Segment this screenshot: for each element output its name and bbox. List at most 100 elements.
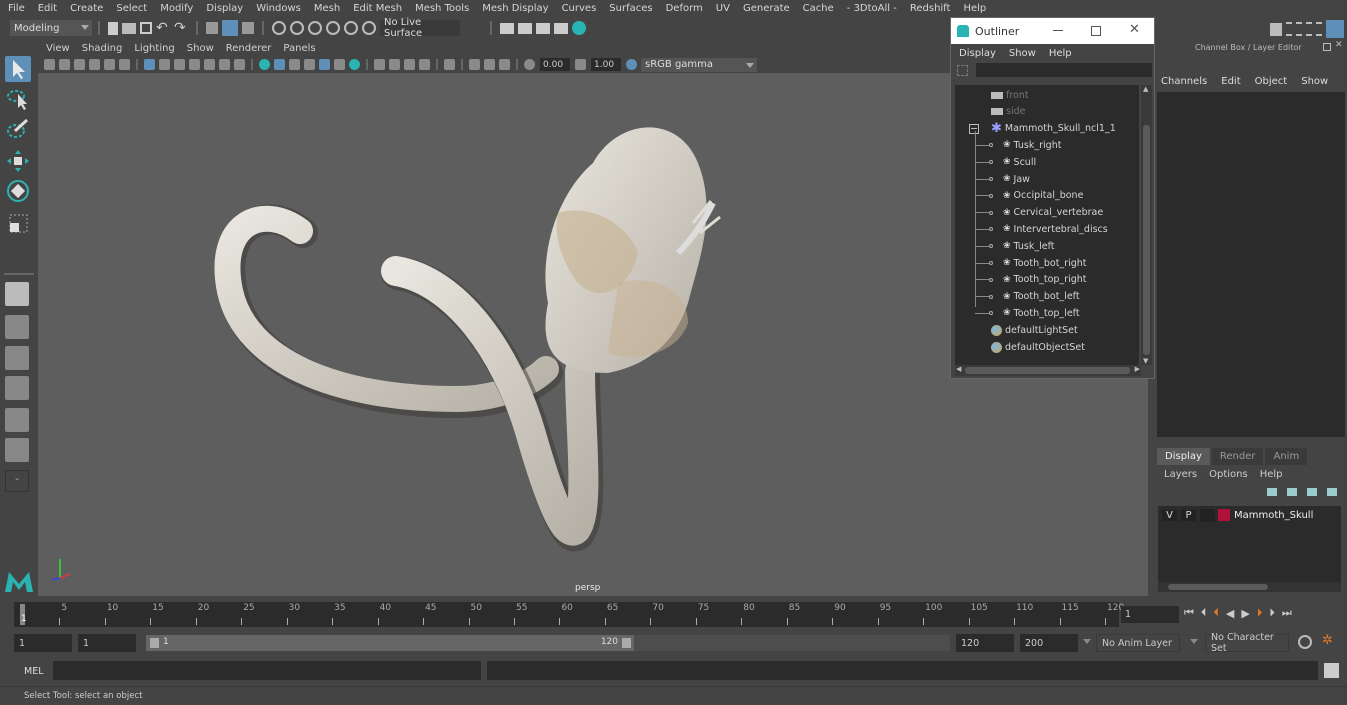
- open-scene-icon[interactable]: [122, 22, 136, 34]
- menu-mesh[interactable]: Mesh: [314, 3, 346, 14]
- step-forward-key-icon[interactable]: ⏵: [1257, 606, 1263, 620]
- menu-windows[interactable]: Windows: [256, 3, 307, 14]
- layer-row[interactable]: V P Mammoth_Skull: [1162, 508, 1313, 522]
- outliner-menu-show[interactable]: Show: [1009, 48, 1036, 59]
- outliner-item[interactable]: defaultLightSet: [991, 322, 1078, 338]
- channel-box-menu-show[interactable]: Show: [1301, 76, 1328, 87]
- menu-3dtoall[interactable]: - 3DtoAll -: [847, 3, 903, 14]
- step-forward-frame-icon[interactable]: ⏵: [1269, 606, 1275, 620]
- modeling-toolkit-icon[interactable]: [1270, 22, 1282, 36]
- lasso-tool-icon[interactable]: [5, 86, 31, 112]
- gamma-field[interactable]: 1.00: [591, 58, 621, 71]
- character-set-dropdown[interactable]: No Character Set: [1205, 632, 1289, 654]
- motion-blur-icon[interactable]: [389, 59, 400, 70]
- menu-edit-mesh[interactable]: Edit Mesh: [353, 3, 408, 14]
- use-all-lights-icon[interactable]: [334, 59, 345, 70]
- channel-box-menu-channels[interactable]: Channels: [1161, 76, 1207, 87]
- hypershade-icon[interactable]: [572, 21, 586, 35]
- menu-set-dropdown[interactable]: Modeling: [10, 20, 92, 36]
- viewport-menu-lighting[interactable]: Lighting: [134, 43, 174, 54]
- outliner-menu-help[interactable]: Help: [1049, 48, 1072, 59]
- outliner-persp-graph-layout-icon[interactable]: [5, 438, 29, 462]
- collapse-icon[interactable]: [969, 123, 979, 134]
- scroll-right-icon[interactable]: ▶: [1135, 365, 1140, 373]
- rotate-tool-icon[interactable]: [5, 178, 31, 204]
- layer-menu-layers[interactable]: Layers: [1164, 469, 1197, 480]
- menu-help[interactable]: Help: [963, 3, 992, 14]
- layer-tab-render[interactable]: Render: [1211, 448, 1264, 465]
- single-perspective-layout-icon[interactable]: [5, 282, 29, 306]
- current-frame-field[interactable]: 1: [1121, 606, 1179, 623]
- outliner-menu-display[interactable]: Display: [959, 48, 996, 59]
- range-start-handle[interactable]: [150, 638, 159, 648]
- anim-layer-dropdown[interactable]: No Anim Layer: [1096, 634, 1180, 652]
- channel-box-icon[interactable]: [1326, 20, 1344, 38]
- outliner-horizontal-scrollbar[interactable]: ◀ ▶: [955, 365, 1141, 376]
- menu-uv[interactable]: UV: [716, 3, 736, 14]
- make-live-icon[interactable]: [344, 21, 358, 35]
- film-gate-icon[interactable]: [159, 59, 170, 70]
- custom-layout-button[interactable]: -: [5, 470, 29, 492]
- layer-horizontal-scrollbar[interactable]: [1158, 582, 1341, 592]
- layer-tab-anim[interactable]: Anim: [1265, 448, 1308, 465]
- outliner-item[interactable]: defaultObjectSet: [991, 339, 1085, 355]
- move-layer-down-icon[interactable]: [1287, 488, 1297, 496]
- layer-color-swatch[interactable]: [1218, 509, 1230, 521]
- depth-of-field-icon[interactable]: [419, 59, 430, 70]
- scrollbar-thumb[interactable]: [1168, 584, 1268, 590]
- command-language-label[interactable]: MEL: [24, 666, 44, 677]
- wireframe-icon[interactable]: [259, 59, 270, 70]
- scroll-up-icon[interactable]: ▲: [1143, 85, 1148, 93]
- 2d-pan-zoom-icon[interactable]: [104, 59, 115, 70]
- outliner-item[interactable]: ❀ Tooth_bot_right: [975, 255, 1087, 271]
- menu-cache[interactable]: Cache: [803, 3, 840, 14]
- outliner-item[interactable]: ❀ Jaw: [975, 171, 1030, 187]
- menu-create[interactable]: Create: [70, 3, 109, 14]
- field-chart-icon[interactable]: [204, 59, 215, 70]
- outliner-item[interactable]: front: [991, 87, 1029, 103]
- menu-edit[interactable]: Edit: [38, 3, 63, 14]
- time-ruler[interactable]: 1 5 10 15 20 25 30 35 40 45 50 55 60 65 70 75 80 85 90 95 1…: [14, 602, 1124, 627]
- close-panel-icon[interactable]: ✕: [1335, 40, 1343, 50]
- camera-attributes-icon[interactable]: [59, 59, 70, 70]
- animation-preferences-icon[interactable]: ✲: [1322, 633, 1333, 648]
- viewport-menu-shading[interactable]: Shading: [82, 43, 123, 54]
- undo-icon[interactable]: ↶: [156, 21, 170, 35]
- color-management-icon[interactable]: [626, 59, 637, 70]
- new-scene-icon[interactable]: [108, 21, 118, 35]
- scrollbar-thumb[interactable]: [1143, 125, 1150, 355]
- playback-start-field[interactable]: 1: [78, 634, 136, 652]
- persp-outliner-layout-icon[interactable]: [5, 346, 29, 370]
- outliner-item[interactable]: ❀ Scull: [975, 154, 1036, 170]
- attribute-editor-icon[interactable]: [1286, 22, 1302, 36]
- script-editor-icon[interactable]: [1324, 663, 1339, 678]
- paint-select-tool-icon[interactable]: [5, 116, 31, 142]
- view-transform-dropdown[interactable]: sRGB gamma: [641, 57, 757, 72]
- outliner-item[interactable]: ❀ Occipital_bone: [975, 188, 1083, 204]
- select-icon[interactable]: [957, 65, 968, 76]
- scroll-down-icon[interactable]: ▼: [1143, 357, 1148, 365]
- exposure-field[interactable]: 0.00: [540, 58, 570, 71]
- outliner-item[interactable]: side: [991, 104, 1025, 120]
- outliner-item[interactable]: ❀ Tooth_bot_left: [975, 289, 1080, 305]
- image-plane-icon[interactable]: [89, 59, 100, 70]
- viewport-menu-view[interactable]: View: [46, 43, 70, 54]
- outliner-vertical-scrollbar[interactable]: ▲ ▼: [1141, 85, 1152, 365]
- menu-select[interactable]: Select: [116, 3, 153, 14]
- render-view-icon[interactable]: [500, 22, 514, 34]
- range-slider-track[interactable]: [634, 635, 950, 651]
- menu-mesh-display[interactable]: Mesh Display: [482, 3, 554, 14]
- render-settings-icon[interactable]: [554, 22, 568, 34]
- channel-box-menu-object[interactable]: Object: [1255, 76, 1288, 87]
- shadows-icon[interactable]: [349, 59, 360, 70]
- outliner-item[interactable]: ✱ Mammoth_Skull_ncl1_1: [969, 121, 1116, 137]
- select-by-hierarchy-icon[interactable]: [206, 22, 218, 34]
- move-layer-up-icon[interactable]: [1267, 488, 1277, 496]
- step-back-key-icon[interactable]: ⏴: [1213, 606, 1219, 620]
- scale-tool-icon[interactable]: [5, 210, 31, 236]
- menu-deform[interactable]: Deform: [666, 3, 709, 14]
- playback-toggle[interactable]: P: [1181, 509, 1196, 521]
- xray-active-components-icon[interactable]: [484, 59, 495, 70]
- bookmark-icon[interactable]: [74, 59, 85, 70]
- render-current-frame-icon[interactable]: [518, 22, 532, 34]
